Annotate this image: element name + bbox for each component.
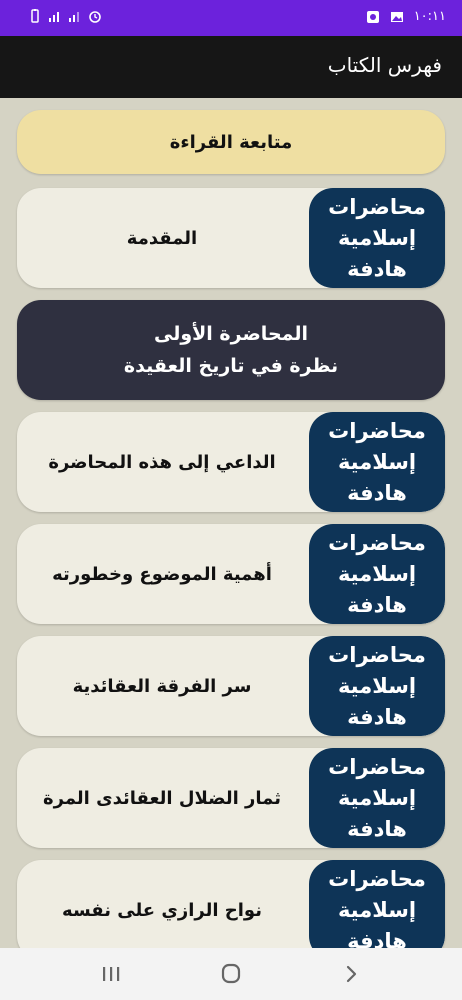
alarm-icon xyxy=(89,11,101,23)
logo-line-2: إسلامية xyxy=(337,673,417,698)
book-logo: محاضرات إسلامية هادفة xyxy=(309,524,445,624)
lecture-header-text: المحاضرة الأولى نظرة في تاريخ العقيدة xyxy=(17,300,445,400)
lecture-subtitle: نظرة في تاريخ العقيدة xyxy=(123,355,339,377)
back-chevron-icon[interactable] xyxy=(336,962,366,986)
page-title: فهرس الكتاب xyxy=(327,53,442,77)
logo-line-3: هادفة xyxy=(347,704,407,729)
app-bar: فهرس الكتاب xyxy=(0,36,462,98)
screenshot-icon xyxy=(366,10,379,23)
book-logo: محاضرات إسلامية هادفة xyxy=(309,188,445,288)
toc-item[interactable]: أهمية الموضوع وخطورته محاضرات إسلامية ها… xyxy=(17,524,445,624)
logo-line-3: هادفة xyxy=(347,816,407,841)
toc-item-label: سر الفرقة العقائدية xyxy=(72,675,252,697)
status-time: ١٠:١١ xyxy=(413,9,446,24)
toc-item-introduction[interactable]: المقدمة محاضرات إسلامية هادفة xyxy=(17,188,445,288)
book-logo: محاضرات إسلامية هادفة xyxy=(309,412,445,512)
book-logo: محاضرات إسلامية هادفة xyxy=(309,636,445,736)
logo-line-1: محاضرات xyxy=(328,530,426,555)
logo-line-2: إسلامية xyxy=(337,561,417,586)
status-icons-right: ١٠:١١ xyxy=(366,9,446,24)
logo-line-3: هادفة xyxy=(347,592,407,617)
logo-line-1: محاضرات xyxy=(328,642,426,667)
logo-line-2: إسلامية xyxy=(337,449,417,474)
book-logo: محاضرات إسلامية هادفة xyxy=(309,860,445,948)
signal-2-icon xyxy=(69,12,79,22)
toc-item-label: ثمار الضلال العقائدى المرة xyxy=(43,787,281,809)
toc-item-label: المقدمة xyxy=(126,227,198,249)
logo-line-1: محاضرات xyxy=(328,194,426,219)
logo-line-1: محاضرات xyxy=(328,418,426,443)
logo-line-2: إسلامية xyxy=(337,225,417,250)
signal-icon xyxy=(49,12,59,22)
logo-line-1: محاضرات xyxy=(328,754,426,779)
logo-line-3: هادفة xyxy=(347,928,407,949)
toc-item-label: أهمية الموضوع وخطورته xyxy=(52,563,272,585)
follow-reading-button[interactable]: متابعة القراءة xyxy=(17,110,445,174)
recent-apps-icon[interactable] xyxy=(96,962,126,986)
toc-item[interactable]: ثمار الضلال العقائدى المرة محاضرات إسلام… xyxy=(17,748,445,848)
logo-line-3: هادفة xyxy=(347,480,407,505)
status-icons-left xyxy=(28,9,102,23)
system-nav-bar xyxy=(0,948,462,1000)
status-bar: ١٠:١١ xyxy=(0,0,462,36)
gallery-icon xyxy=(390,11,403,22)
lecture-header: المحاضرة الأولى نظرة في تاريخ العقيدة xyxy=(17,300,445,400)
logo-line-1: محاضرات xyxy=(328,866,426,891)
battery-saver-icon xyxy=(31,9,39,23)
follow-reading-label: متابعة القراءة xyxy=(169,131,293,153)
toc-item[interactable]: سر الفرقة العقائدية محاضرات إسلامية هادف… xyxy=(17,636,445,736)
home-icon[interactable] xyxy=(216,962,246,986)
logo-line-3: هادفة xyxy=(347,256,407,281)
logo-line-2: إسلامية xyxy=(337,897,417,922)
toc-item-label: الداعي إلى هذه المحاضرة xyxy=(48,451,276,473)
book-logo: محاضرات إسلامية هادفة xyxy=(309,748,445,848)
toc-item-label: نواح الرازي على نفسه xyxy=(62,899,262,921)
logo-line-2: إسلامية xyxy=(337,785,417,810)
toc-item[interactable]: نواح الرازي على نفسه محاضرات إسلامية هاد… xyxy=(17,860,445,948)
toc-list[interactable]: متابعة القراءة المقدمة محاضرات إسلامية ه… xyxy=(0,98,462,948)
lecture-title: المحاضرة الأولى xyxy=(153,323,309,345)
toc-item[interactable]: الداعي إلى هذه المحاضرة محاضرات إسلامية … xyxy=(17,412,445,512)
